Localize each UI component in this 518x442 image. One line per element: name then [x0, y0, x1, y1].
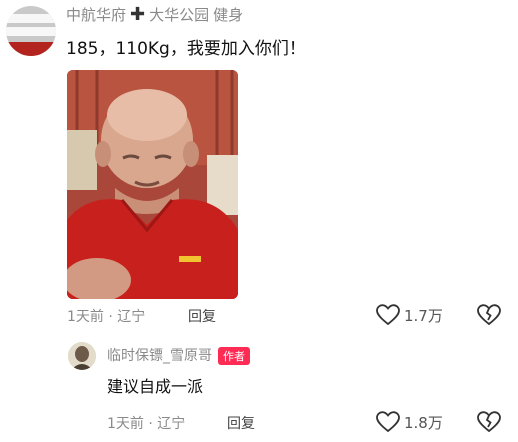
reply-reply-button[interactable]: 回复 [227, 413, 255, 433]
comment-text: 185，110Kg，我要加入你们！ [66, 39, 306, 59]
comment-meta: 1天前 · 辽宁 [67, 306, 145, 326]
reply-like-button[interactable]: 1.8万 [376, 411, 443, 433]
reply-text: 建议自成一派 [107, 377, 204, 396]
broken-heart-icon [477, 411, 501, 433]
comment-header: 中航华府 ✚ 大华公园 健身 [66, 4, 243, 25]
reply-meta: 1天前 · 辽宁 [107, 413, 185, 433]
reply-button[interactable]: 回复 [188, 306, 216, 326]
dislike-button[interactable] [477, 304, 501, 330]
photo-illustration [67, 70, 238, 299]
reply-dislike-button[interactable] [477, 411, 501, 437]
like-button[interactable]: 1.7万 [376, 304, 443, 326]
reply-region: 辽宁 [157, 416, 186, 432]
comment-photo[interactable] [67, 70, 238, 299]
reply-avatar-image [68, 342, 96, 370]
separator-dot: · [108, 309, 118, 325]
like-count: 1.7万 [404, 306, 443, 325]
comment-time: 1天前 [67, 309, 104, 325]
author-badge: 作者 [218, 347, 250, 365]
heart-outline-icon [376, 411, 400, 433]
commenter-name[interactable]: 中航华府 [66, 4, 126, 25]
heart-outline-icon [376, 304, 400, 326]
commenter-avatar[interactable] [6, 6, 56, 56]
reply-time: 1天前 [107, 416, 144, 432]
reply-avatar[interactable] [68, 342, 96, 370]
plus-icon: ✚ [130, 3, 146, 25]
broken-heart-icon [477, 304, 501, 326]
comment-region: 辽宁 [117, 309, 146, 325]
location-tag[interactable]: 大华公园 [149, 4, 209, 25]
separator-dot: · [148, 416, 158, 432]
reply-user-name[interactable]: 临时保镖_雪原哥 [107, 348, 212, 364]
reply-like-count: 1.8万 [404, 413, 443, 432]
activity-tag[interactable]: 健身 [213, 4, 243, 25]
reply-header: 临时保镖_雪原哥 作者 [107, 345, 250, 365]
